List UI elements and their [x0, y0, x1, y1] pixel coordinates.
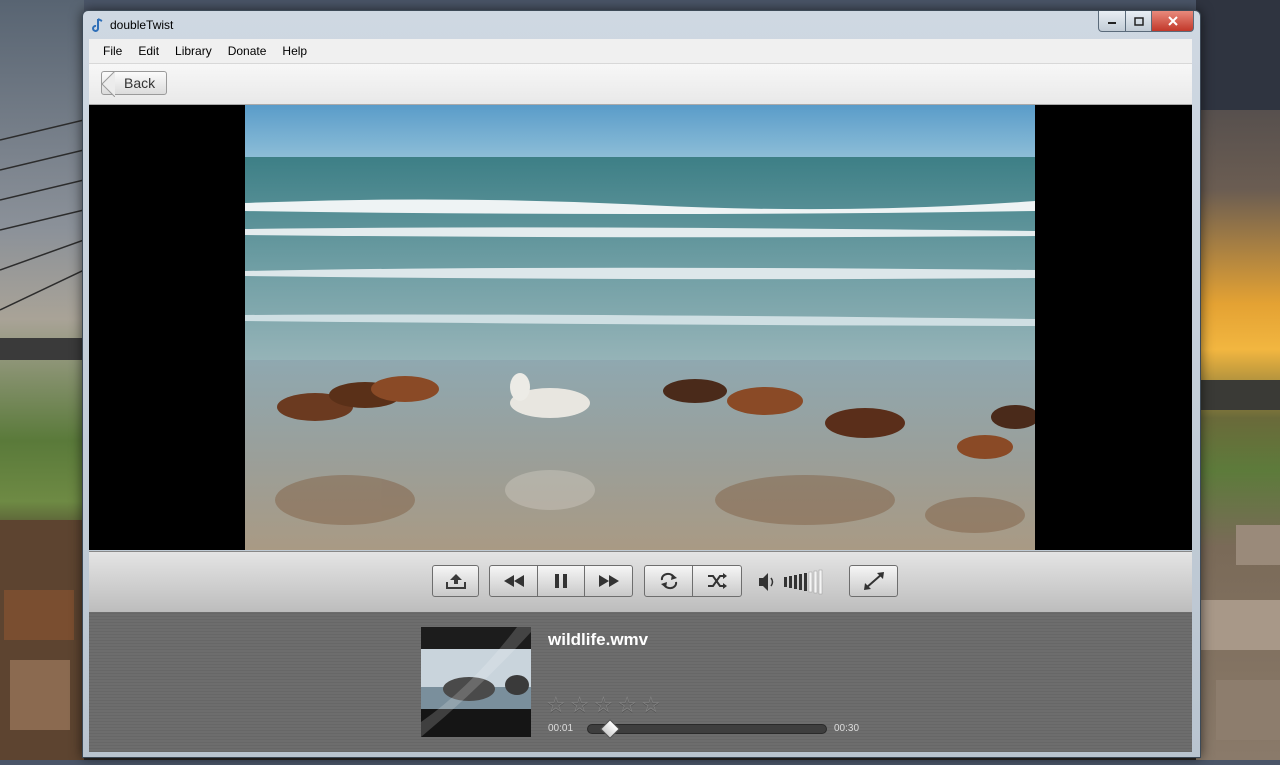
volume-icon — [759, 569, 823, 595]
shuffle-icon — [708, 573, 727, 589]
fast-forward-icon — [598, 575, 619, 587]
album-art — [421, 627, 531, 737]
now-playing-panel: wildlife.wmv ☆ ☆ ☆ ☆ ☆ 00:01 00:30 — [89, 612, 1192, 752]
album-art-image — [421, 627, 531, 737]
star-1[interactable]: ☆ — [546, 694, 566, 716]
video-frame — [245, 105, 1035, 550]
star-2[interactable]: ☆ — [570, 694, 590, 716]
upload-icon — [445, 574, 466, 589]
menu-bar: File Edit Library Donate Help — [89, 39, 1192, 64]
volume-control[interactable] — [757, 569, 832, 595]
back-button[interactable]: Back — [101, 71, 167, 97]
track-title: wildlife.wmv — [548, 630, 649, 649]
shuffle-button[interactable] — [692, 565, 742, 597]
fast-forward-button[interactable] — [584, 565, 633, 597]
repeat-icon — [660, 572, 677, 590]
menu-library[interactable]: Library — [167, 44, 220, 58]
toolbar: Back — [89, 64, 1192, 105]
star-4[interactable]: ☆ — [617, 694, 637, 716]
bridge-decoration — [0, 119, 85, 760]
back-arrow-icon — [101, 71, 115, 97]
fullscreen-button[interactable] — [849, 565, 898, 597]
menu-donate[interactable]: Donate — [220, 44, 275, 58]
repeat-button[interactable] — [644, 565, 693, 597]
rewind-icon — [503, 575, 524, 587]
pause-icon — [555, 574, 567, 588]
maximize-icon — [1133, 16, 1144, 26]
app-window: doubleTwist File Edit Library Donate Hel… — [82, 10, 1201, 758]
doubletwist-logo-icon — [92, 18, 103, 32]
video-image — [245, 105, 1035, 550]
star-3[interactable]: ☆ — [593, 694, 613, 716]
menu-edit[interactable]: Edit — [130, 44, 167, 58]
pause-button[interactable] — [537, 565, 585, 597]
scenery-decoration — [1196, 0, 1280, 740]
seek-bar[interactable] — [587, 719, 827, 739]
video-viewport[interactable] — [89, 105, 1192, 550]
current-time: 00:01 — [548, 723, 574, 734]
star-5[interactable]: ☆ — [641, 694, 661, 716]
fullscreen-icon — [863, 572, 884, 590]
upload-button[interactable] — [432, 565, 479, 597]
desktop-background-left — [0, 0, 85, 760]
volume-level-bars — [784, 569, 823, 595]
window-title: doubleTwist — [110, 18, 174, 32]
menu-help[interactable]: Help — [274, 44, 315, 58]
close-button[interactable] — [1151, 11, 1194, 32]
title-bar: doubleTwist — [83, 11, 1200, 39]
minimize-icon — [1108, 22, 1116, 24]
minimize-button[interactable] — [1098, 11, 1126, 32]
desktop-background-right — [1196, 0, 1280, 760]
maximize-button[interactable] — [1125, 11, 1152, 32]
close-icon — [1167, 16, 1178, 26]
back-button-label: Back — [124, 75, 156, 91]
total-time: 00:30 — [834, 723, 860, 734]
rating-stars[interactable]: ☆ ☆ ☆ ☆ ☆ — [546, 694, 661, 716]
playback-controls — [89, 551, 1192, 613]
rewind-button[interactable] — [489, 565, 538, 597]
menu-file[interactable]: File — [89, 44, 130, 58]
seek-handle[interactable] — [600, 719, 621, 739]
